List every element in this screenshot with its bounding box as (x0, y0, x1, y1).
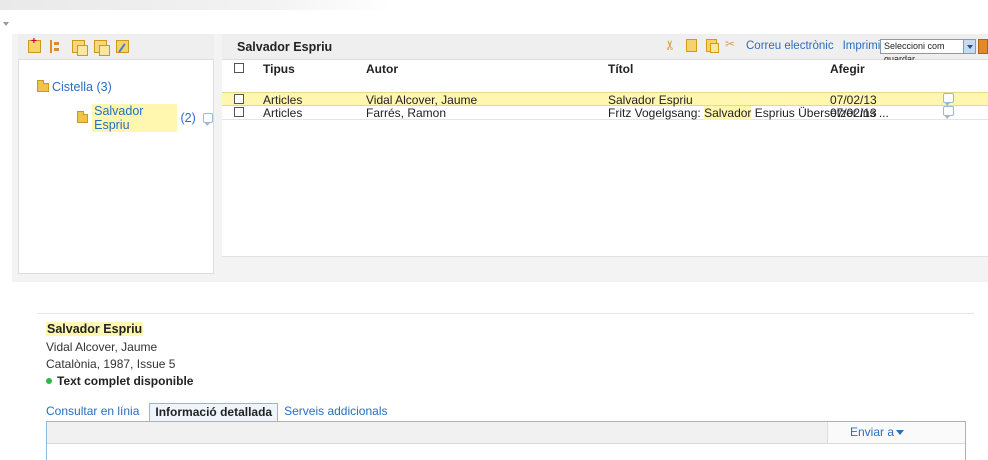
folder-child-item[interactable]: Salvador Espriu (2) (77, 104, 213, 132)
row-afegir: 07/02/13 (830, 93, 877, 107)
comment-icon[interactable] (202, 113, 213, 126)
folder-child-label[interactable]: Salvador Espriu (92, 104, 177, 132)
email-link[interactable]: Correu electrònic (746, 40, 834, 52)
folder-icon (37, 80, 49, 92)
row-titol[interactable]: Salvador Espriu (608, 93, 693, 107)
send-to-menu[interactable]: Enviar a (827, 422, 965, 443)
detail-source: Catalònia, 1987, Issue 5 (46, 357, 176, 371)
results-header: Salvador Espriu Correu electrònic Imprim… (222, 34, 988, 64)
folder-root-item[interactable]: Cistella (3) (37, 80, 112, 94)
table-header-row: Tipus Autor Títol Afegir (222, 60, 988, 76)
send-to-label[interactable]: Enviar a (850, 425, 894, 439)
availability-label: Text complet disponible (57, 374, 194, 388)
comment-icon[interactable] (943, 106, 954, 119)
table-row[interactable]: Articles Farrés, Ramon Fritz Vogelgsang:… (222, 106, 988, 120)
print-link[interactable]: Imprimir (843, 40, 885, 52)
save-format-select[interactable]: Seleccioni com guardar (880, 39, 976, 64)
copy-folder-icon[interactable] (94, 40, 110, 56)
column-header-tipus[interactable]: Tipus (263, 62, 295, 76)
folder-tree-pane: Cistella (3) Salvador Espriu (2) (18, 60, 214, 274)
results-table: Tipus Autor Títol Afegir Articles Vidal … (222, 60, 988, 256)
results-footer-bar (222, 256, 988, 282)
tab-informacio[interactable]: Informació detallada (149, 403, 279, 421)
add-subfolder-icon[interactable] (50, 40, 63, 53)
column-header-titol[interactable]: Títol (608, 62, 633, 76)
row-checkbox[interactable] (234, 94, 244, 104)
availability-status: Text complet disponible (46, 374, 193, 388)
detail-author: Vidal Alcover, Jaume (46, 340, 158, 354)
available-dot-icon (46, 378, 52, 384)
divider (38, 313, 974, 314)
tab-panel-toolbar: Enviar a (47, 422, 965, 444)
column-header-autor[interactable]: Autor (366, 62, 398, 76)
results-actions: Correu electrònic Imprimir (666, 37, 885, 53)
cut-icon[interactable] (666, 39, 677, 52)
row-autor: Farrés, Ramon (366, 106, 447, 120)
row-titol-prefix: Fritz Vogelgsang: (608, 106, 705, 120)
row-tipus: Articles (263, 93, 303, 107)
tab-serveis[interactable]: Serveis addicionals (284, 403, 393, 421)
row-tipus: Articles (263, 106, 303, 120)
select-all-checkbox[interactable] (234, 63, 244, 73)
comment-icon[interactable] (943, 93, 954, 106)
detail-title: Salvador Espriu (46, 322, 144, 336)
folder-title: Salvador Espriu (237, 40, 333, 54)
detail-tabs: Consultar en línia Informació detallada … (46, 403, 393, 421)
tab-panel: Enviar a (46, 421, 966, 460)
top-strip (0, 0, 988, 30)
folder-toolbar (18, 34, 214, 60)
collapse-arrow-icon[interactable] (3, 22, 9, 26)
folder-icon (77, 111, 89, 123)
tree-icon[interactable] (72, 40, 88, 56)
row-checkbox[interactable] (234, 107, 244, 117)
table-row[interactable]: Articles Vidal Alcover, Jaume Salvador E… (222, 92, 988, 107)
folder-root-label[interactable]: Cistella (3) (52, 80, 112, 94)
paste-icon[interactable] (706, 39, 719, 53)
copy-icon[interactable] (686, 39, 697, 52)
header-fade (0, 0, 390, 10)
save-go-button[interactable] (978, 39, 988, 54)
tab-consultar[interactable]: Consultar en línia (46, 403, 145, 421)
row-autor: Vidal Alcover, Jaume (366, 93, 478, 107)
new-folder-icon[interactable] (28, 36, 41, 53)
delete-icon[interactable] (725, 37, 737, 52)
row-afegir: 07/02/13 (830, 106, 877, 120)
chevron-down-icon[interactable] (896, 430, 905, 435)
row-titol-keyword: Salvador (704, 106, 752, 120)
column-header-afegir[interactable]: Afegir (830, 62, 865, 76)
edit-folder-icon[interactable] (116, 40, 129, 53)
folder-child-count: (2) (180, 111, 196, 125)
chevron-down-icon[interactable] (963, 40, 975, 53)
